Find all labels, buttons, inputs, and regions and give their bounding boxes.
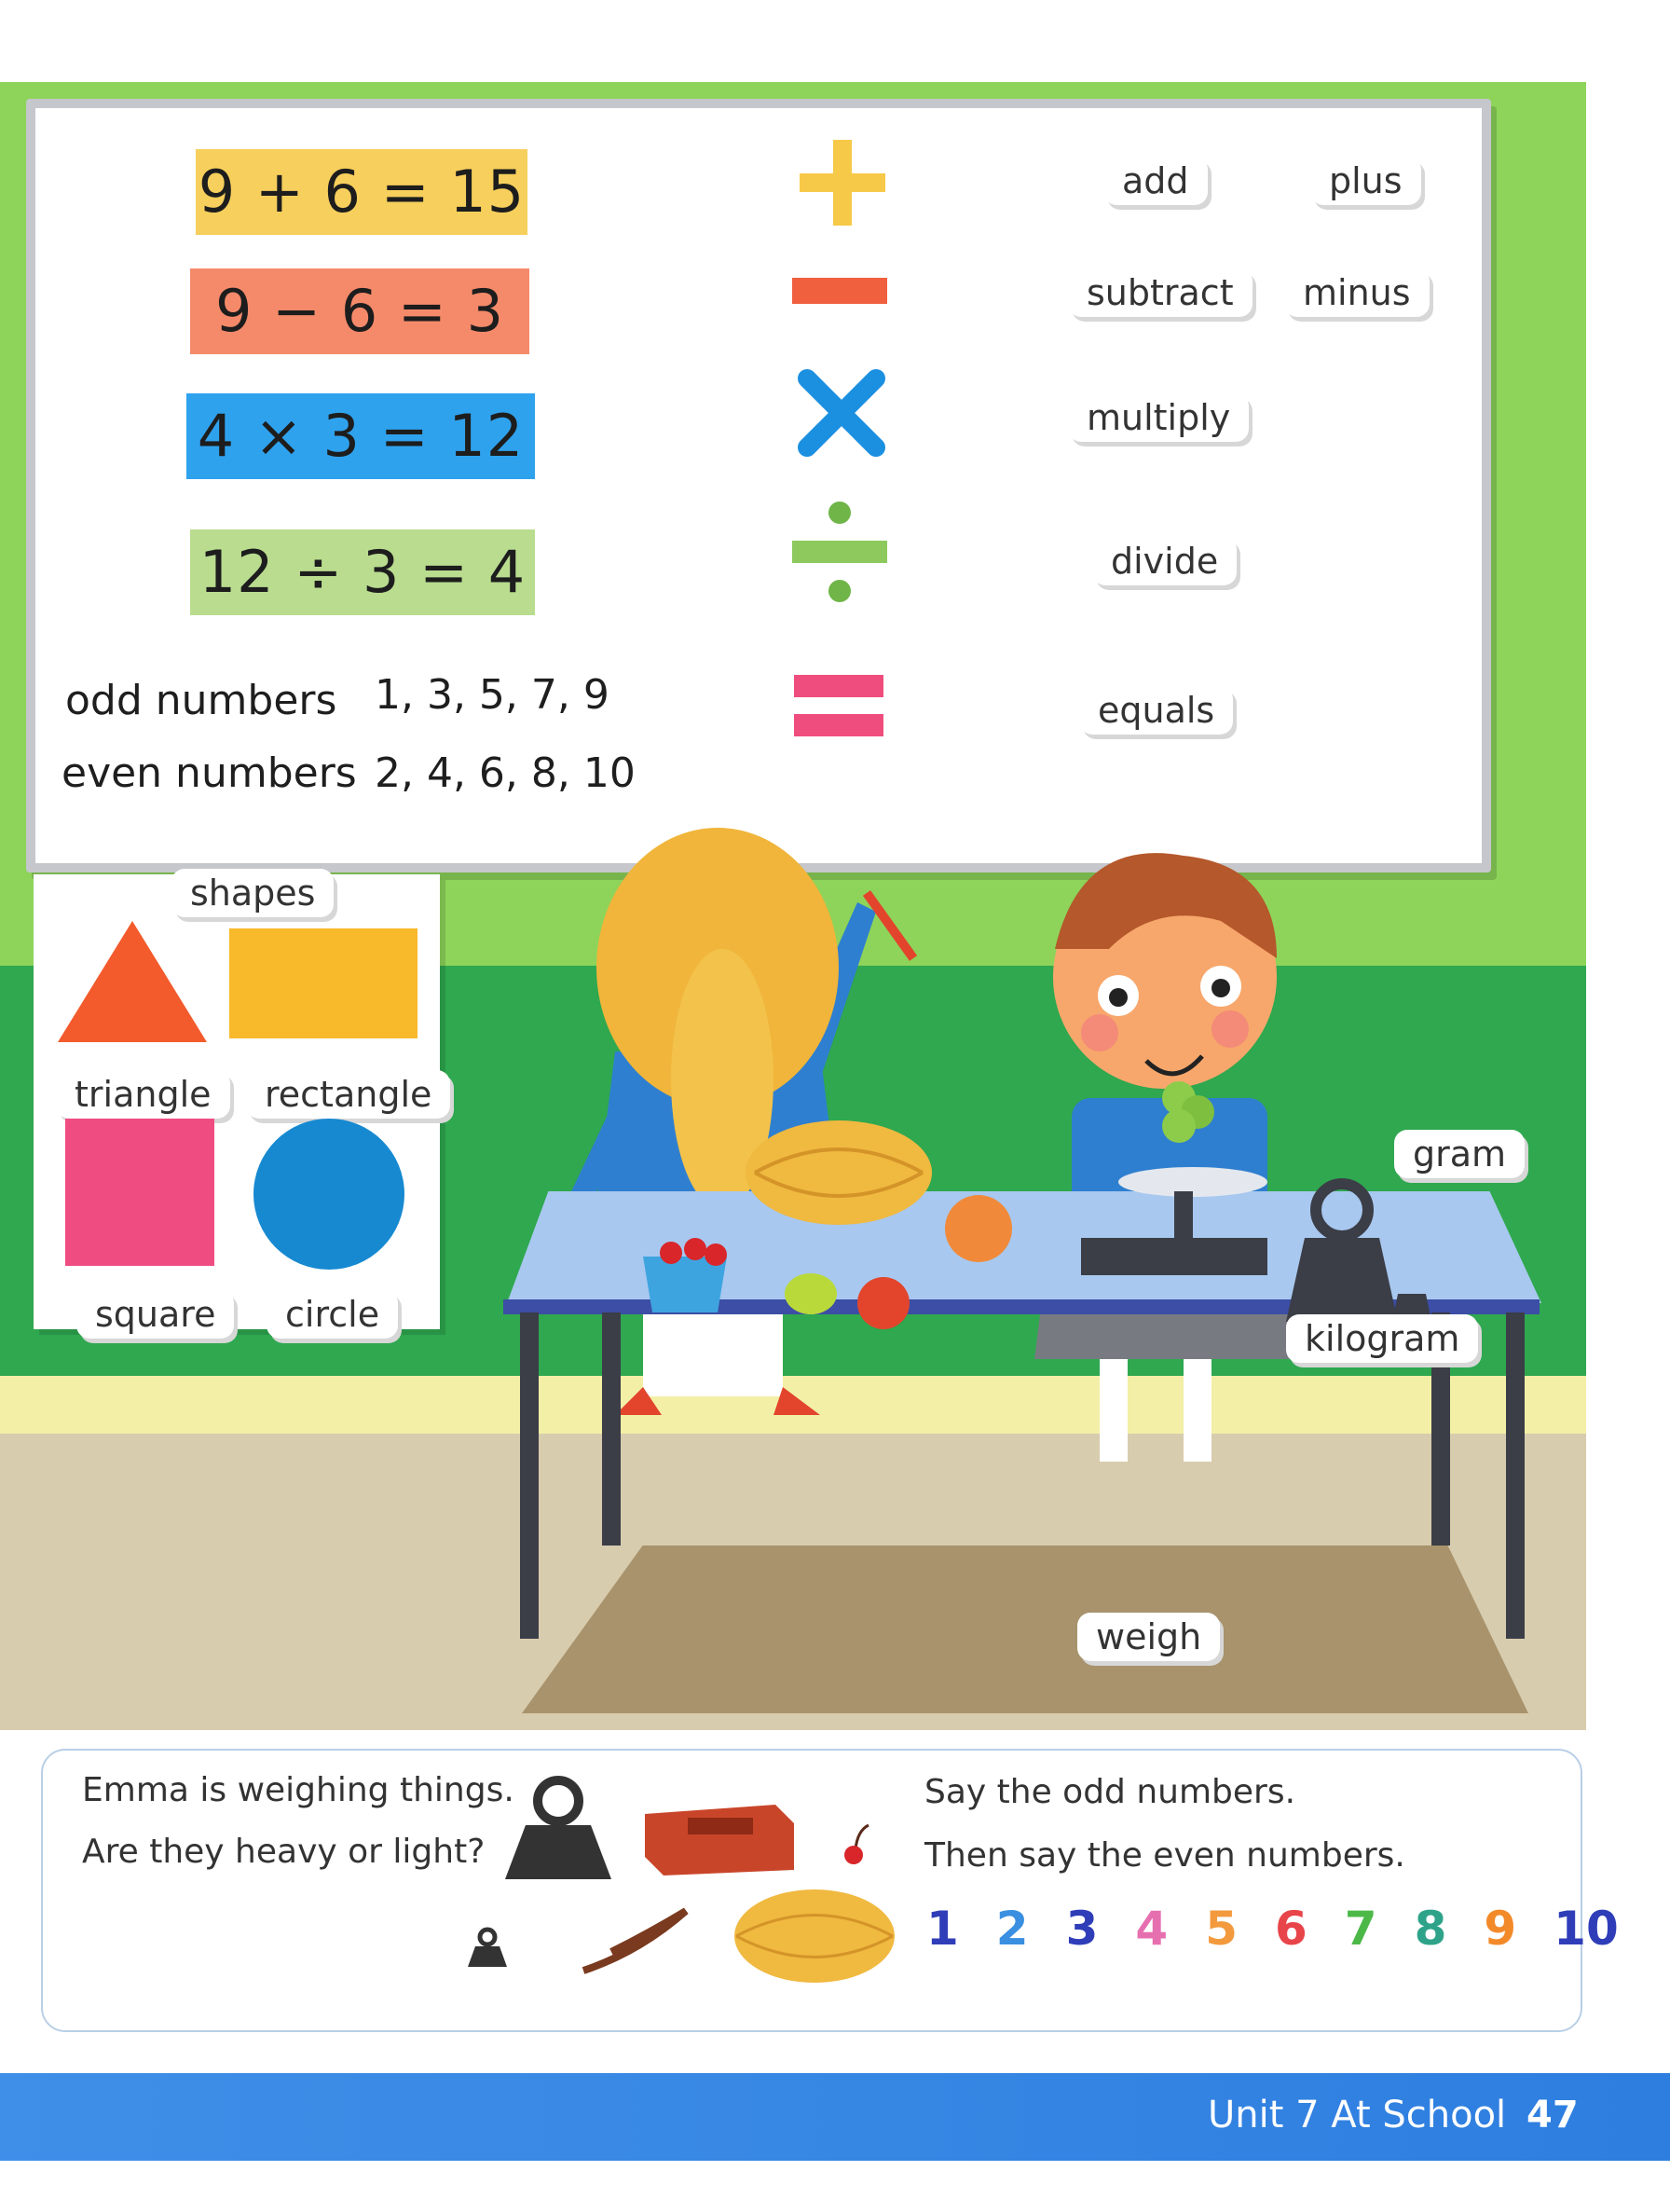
number-row: 1 2 3 4 5 6 7 8 9 10 bbox=[926, 1902, 1619, 1956]
number-6: 6 bbox=[1274, 1902, 1307, 1956]
number-3: 3 bbox=[1065, 1902, 1099, 1956]
label-gram: gram bbox=[1394, 1130, 1526, 1178]
square-shape bbox=[65, 1119, 214, 1266]
number-10: 10 bbox=[1554, 1902, 1619, 1956]
table-leg bbox=[602, 1312, 621, 1546]
odd-numbers-label: odd numbers bbox=[65, 677, 337, 724]
divide-icon bbox=[792, 501, 887, 602]
odd-numbers-values: 1, 3, 5, 7, 9 bbox=[375, 671, 609, 719]
whiteboard: 9 + 6 = 15 9 − 6 = 3 4 × 3 = 12 12 ÷ 3 =… bbox=[26, 99, 1491, 872]
number-2: 2 bbox=[995, 1902, 1029, 1956]
equation-divide: 12 ÷ 3 = 4 bbox=[190, 529, 535, 615]
number-5: 5 bbox=[1205, 1902, 1238, 1956]
brick-icon bbox=[645, 1805, 794, 1875]
table-leg bbox=[1506, 1312, 1525, 1639]
equals-icon bbox=[794, 675, 883, 736]
equation-multiply: 4 × 3 = 12 bbox=[186, 393, 535, 479]
rectangle-shape bbox=[229, 928, 418, 1038]
activity-left-line1: Emma is weighing things. bbox=[82, 1771, 514, 1809]
label-weigh: weigh bbox=[1077, 1613, 1221, 1661]
word-multiply: multiply bbox=[1068, 393, 1250, 442]
rug bbox=[522, 1546, 1528, 1713]
melon-icon bbox=[734, 1889, 895, 1983]
classroom-scene: 9 + 6 = 15 9 − 6 = 3 4 × 3 = 12 12 ÷ 3 =… bbox=[0, 82, 1586, 1730]
cherry-icon bbox=[844, 1823, 869, 1864]
word-plus: plus bbox=[1310, 157, 1421, 205]
word-add: add bbox=[1103, 157, 1208, 205]
page-number: 47 bbox=[1526, 2094, 1579, 2136]
word-minus: minus bbox=[1284, 268, 1430, 317]
plus-icon bbox=[800, 140, 885, 226]
shapes-card: shapes triangle rectangle square circle bbox=[34, 869, 451, 1339]
triangle-shape bbox=[58, 921, 207, 1042]
word-equals: equals bbox=[1079, 686, 1234, 735]
shapes-title: shapes bbox=[171, 869, 335, 917]
minus-icon bbox=[792, 278, 887, 304]
even-numbers-label: even numbers bbox=[62, 749, 357, 797]
equation-subtract: 9 − 6 = 3 bbox=[190, 268, 529, 354]
number-4: 4 bbox=[1135, 1902, 1169, 1956]
label-kilogram: kilogram bbox=[1286, 1314, 1479, 1363]
number-7: 7 bbox=[1344, 1902, 1377, 1956]
word-subtract: subtract bbox=[1068, 268, 1252, 317]
number-1: 1 bbox=[926, 1902, 959, 1956]
number-9: 9 bbox=[1484, 1902, 1517, 1956]
number-8: 8 bbox=[1414, 1902, 1447, 1956]
activity-right-line2: Then say the even numbers. bbox=[924, 1836, 1405, 1875]
feather-icon bbox=[582, 1907, 689, 1974]
multiply-icon bbox=[798, 369, 885, 457]
table-leg bbox=[520, 1312, 539, 1639]
activity-box: Emma is weighing things. Are they heavy … bbox=[41, 1749, 1619, 2032]
unit-title: Unit 7 At School bbox=[1208, 2094, 1507, 2136]
gram-weight-icon bbox=[468, 1927, 507, 1967]
word-divide: divide bbox=[1092, 537, 1238, 585]
circle-label: circle bbox=[267, 1290, 399, 1339]
square-label: square bbox=[76, 1290, 235, 1339]
kilogram-weight-icon bbox=[505, 1776, 611, 1879]
page-footer: Unit 7 At School 47 bbox=[0, 2073, 1670, 2161]
equation-add: 9 + 6 = 15 bbox=[196, 149, 527, 235]
rectangle-label: rectangle bbox=[246, 1070, 451, 1119]
activity-right-line1: Say the odd numbers. bbox=[924, 1773, 1296, 1811]
triangle-label: triangle bbox=[56, 1070, 230, 1119]
table-items bbox=[643, 1120, 1012, 1329]
activity-left-line2: Are they heavy or light? bbox=[82, 1833, 486, 1871]
circle-shape bbox=[253, 1119, 404, 1270]
